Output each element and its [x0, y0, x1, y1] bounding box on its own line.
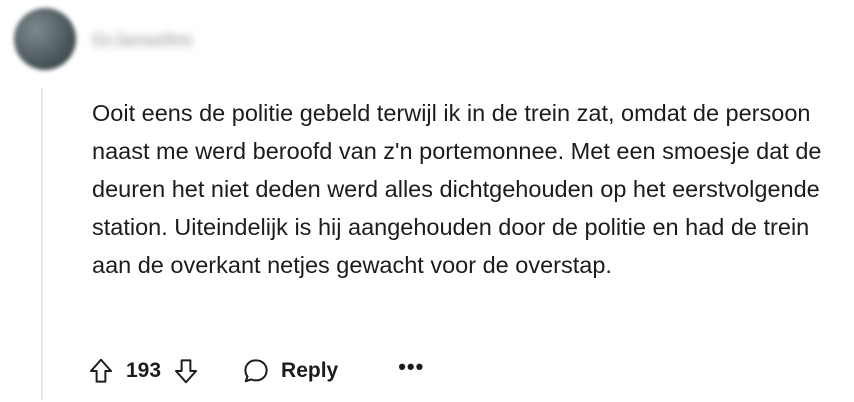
reply-label: Reply [281, 359, 339, 382]
arrow-down-outline-icon [175, 359, 198, 384]
comment-actions: 193 Reply ••• [86, 352, 424, 390]
username[interactable]: GrJansellmi [92, 30, 193, 51]
ellipsis-icon: ••• [398, 354, 425, 379]
reply-button[interactable]: Reply [241, 356, 338, 386]
comment-text: Ooit eens de politie gebeld terwijl ik i… [92, 100, 822, 278]
avatar[interactable] [14, 8, 76, 70]
more-options-button[interactable]: ••• [398, 354, 424, 380]
speech-bubble-icon [241, 356, 271, 386]
vote-score: 193 [126, 359, 162, 382]
upvote-button[interactable] [86, 356, 116, 386]
comment-body: Ooit eens de politie gebeld terwijl ik i… [92, 94, 842, 284]
thread-line[interactable] [41, 88, 43, 400]
downvote-button[interactable] [171, 356, 201, 386]
arrow-up-outline-icon [90, 358, 112, 383]
